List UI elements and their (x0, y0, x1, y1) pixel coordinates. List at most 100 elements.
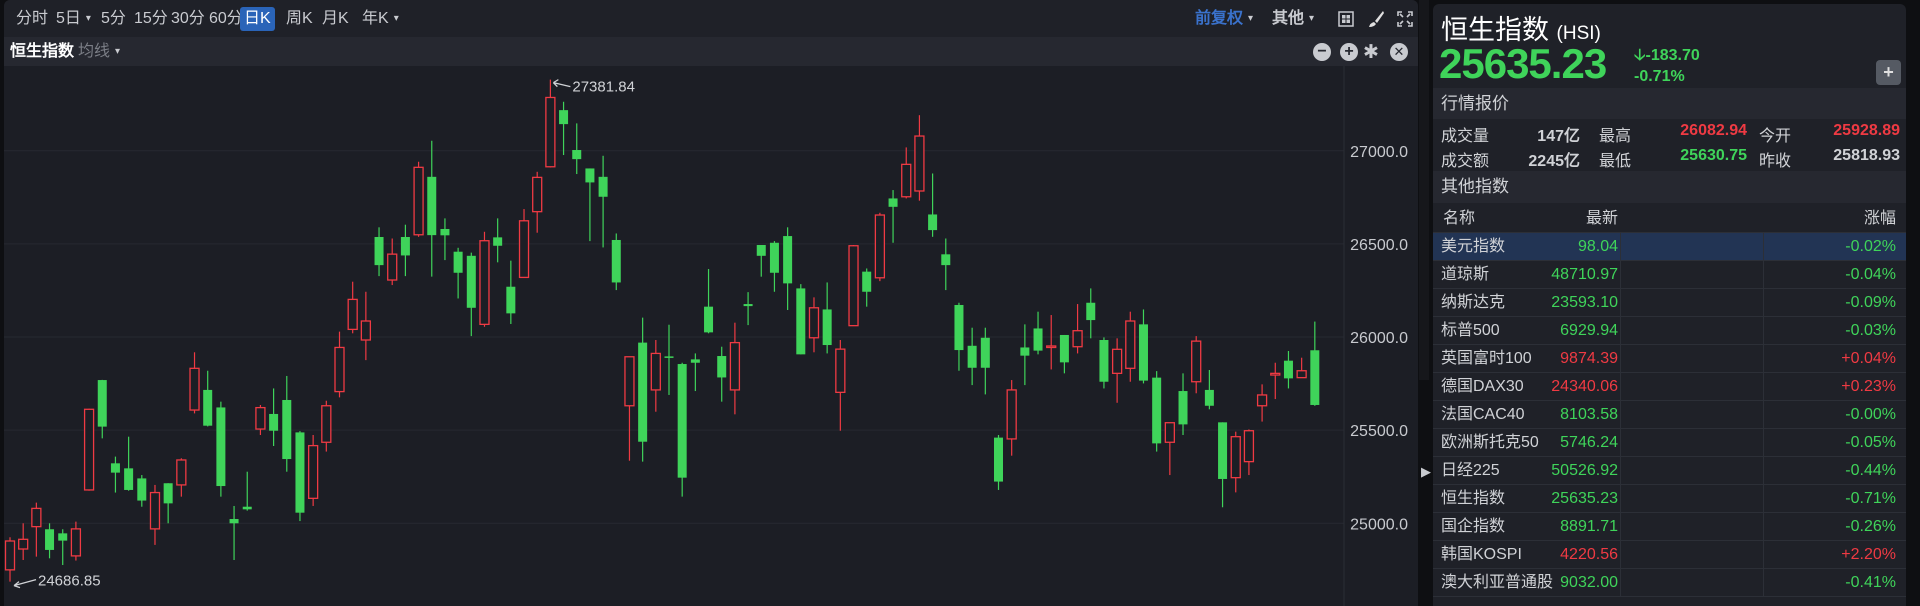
zoom-out-icon[interactable]: − (1313, 43, 1331, 61)
amount-label: 成交额 (1441, 153, 1490, 170)
candle-body-down (559, 110, 569, 125)
index-change: -0.05% (1845, 434, 1896, 451)
candle-body-down (1020, 347, 1030, 356)
index-row[interactable]: 韩国KOSPI 4220.56 +2.20% (1433, 541, 1906, 569)
index-row[interactable]: 德国DAX30 24340.06 +0.23% (1433, 373, 1906, 401)
index-row[interactable]: 日经225 50526.92 -0.44% (1433, 457, 1906, 485)
layout-grid-icon[interactable] (1338, 11, 1354, 27)
period-intraday[interactable]: 分时 (12, 7, 52, 31)
candle-body-up (545, 96, 556, 168)
min-price-label: 24686.85 (38, 573, 101, 590)
candle-body-up (347, 298, 358, 331)
index-last: 23593.10 (1551, 294, 1618, 311)
candle-body-up (1006, 389, 1017, 440)
candle-body-up (1125, 320, 1136, 369)
index-name: 法国CAC40 (1441, 406, 1525, 423)
candle-body-down (1152, 377, 1162, 444)
amount-value: 2245亿 (1528, 153, 1580, 170)
index-row[interactable]: 澳大利亚普通股 9032.00 -0.41% (1433, 569, 1906, 597)
candle-body-up (149, 491, 161, 530)
chart-symbol-name: 恒生指数 (10, 43, 75, 60)
period-weekly-k[interactable]: 周K (282, 7, 317, 31)
candle-body-down (598, 176, 608, 197)
candle-body-down (269, 413, 279, 431)
column-divider (1620, 317, 1621, 344)
period-15min[interactable]: 15分 (130, 7, 172, 31)
period-5day[interactable]: 5日 ▾ (52, 7, 95, 31)
index-row-partial[interactable] (1433, 597, 1906, 606)
candle-body-down (769, 242, 779, 273)
high-label: 最高 (1599, 128, 1632, 145)
index-row[interactable]: 国企指数 8891.71 -0.26% (1433, 513, 1906, 541)
period-yearly-k[interactable]: 年K ▾ (358, 7, 403, 31)
candle-body-down (954, 304, 964, 351)
candle-body-down (1283, 360, 1293, 379)
col-change: 涨幅 (1863, 210, 1896, 227)
candle-body-down (1178, 391, 1188, 425)
price-change: 🡣-183.70 (1634, 44, 1700, 71)
candle-body-up (70, 528, 82, 557)
index-row[interactable]: 美元指数 98.04 -0.02% (1433, 233, 1906, 261)
volume-label: 成交量 (1441, 128, 1490, 145)
index-row[interactable]: 英国富时100 9874.39 +0.04% (1433, 345, 1906, 373)
scrollbar[interactable] (1419, 0, 1429, 380)
index-row[interactable]: 欧洲斯托克50 5746.24 -0.05% (1433, 429, 1906, 457)
candle-body-down (124, 468, 134, 490)
period-yearly-label: 年K (362, 10, 389, 27)
column-divider (1620, 569, 1621, 596)
candle-body-down (928, 214, 938, 231)
index-last: 48710.97 (1551, 266, 1618, 283)
candle-body-down (295, 432, 305, 513)
candle-body-up (1230, 436, 1241, 479)
period-monthly-k[interactable]: 月K (318, 7, 353, 31)
index-change: +0.23% (1841, 378, 1896, 395)
index-row[interactable]: 标普500 6929.94 -0.03% (1433, 317, 1906, 345)
period-30min[interactable]: 30分 (167, 7, 209, 31)
index-row[interactable]: 恒生指数 25635.23 -0.71% (1433, 485, 1906, 513)
candle-body-up (1164, 422, 1175, 443)
y-tick-label: 26000.0 (1350, 330, 1408, 347)
index-row[interactable]: 道琼斯 48710.97 -0.04% (1433, 261, 1906, 289)
candle-body-down (1204, 389, 1214, 406)
price-change-pct: -0.71% (1634, 68, 1685, 85)
column-divider (1620, 373, 1621, 400)
ma-dropdown[interactable]: 均线 ▾ (78, 40, 120, 64)
candle-body-down (638, 342, 648, 442)
candle-body-down (282, 399, 292, 460)
period-5min[interactable]: 5分 (97, 7, 130, 31)
index-row[interactable]: 纳斯达克 23593.10 -0.09% (1433, 289, 1906, 317)
column-divider (1763, 429, 1764, 456)
ma-label: 均线 (78, 43, 111, 60)
brush-icon[interactable] (1368, 10, 1384, 28)
index-last: 4220.56 (1560, 546, 1618, 563)
column-divider (1763, 373, 1764, 400)
fullscreen-icon[interactable] (1397, 11, 1413, 27)
candlestick-chart[interactable]: 25000.0 25500.0 26000.0 26500.0 27000.0 27381… (4, 0, 1418, 606)
candle-body-down (783, 236, 793, 284)
other-dropdown[interactable]: 其他 ▾ (1268, 7, 1318, 31)
candle-body-down (664, 356, 674, 358)
period-daily-k[interactable]: 日K (240, 7, 275, 31)
column-divider (1763, 485, 1764, 512)
candle-body-down (506, 286, 516, 314)
candle-body-up (176, 459, 187, 486)
candle-body-down (453, 251, 463, 273)
zoom-in-icon[interactable]: + (1340, 43, 1358, 61)
index-name: 道琼斯 (1441, 266, 1490, 283)
settings-gear-icon[interactable]: ✱ (1363, 41, 1379, 64)
candle-body-up (874, 214, 886, 279)
candle-body-up (4, 540, 16, 571)
index-name: 澳大利亚普通股 (1441, 574, 1554, 591)
index-row[interactable]: 法国CAC40 8103.58 -0.00% (1433, 401, 1906, 429)
candle-body-up (387, 253, 398, 281)
add-watchlist-button[interactable]: + (1876, 60, 1901, 85)
period-toolbar: 分时 5日 ▾ 5分 15分 30分 60分 日K 周K 月K 年K ▾ 前复权 ▾ … (4, 0, 1418, 37)
column-divider (1763, 233, 1764, 260)
candle-body-up (360, 320, 372, 341)
candle-body-down (493, 237, 503, 246)
column-divider (1620, 485, 1621, 512)
column-divider (1620, 261, 1621, 288)
adjust-dropdown[interactable]: 前复权 ▾ (1191, 7, 1257, 31)
close-icon[interactable]: ✕ (1390, 43, 1408, 61)
collapse-panel-arrow-icon[interactable]: ▶ (1421, 464, 1431, 480)
